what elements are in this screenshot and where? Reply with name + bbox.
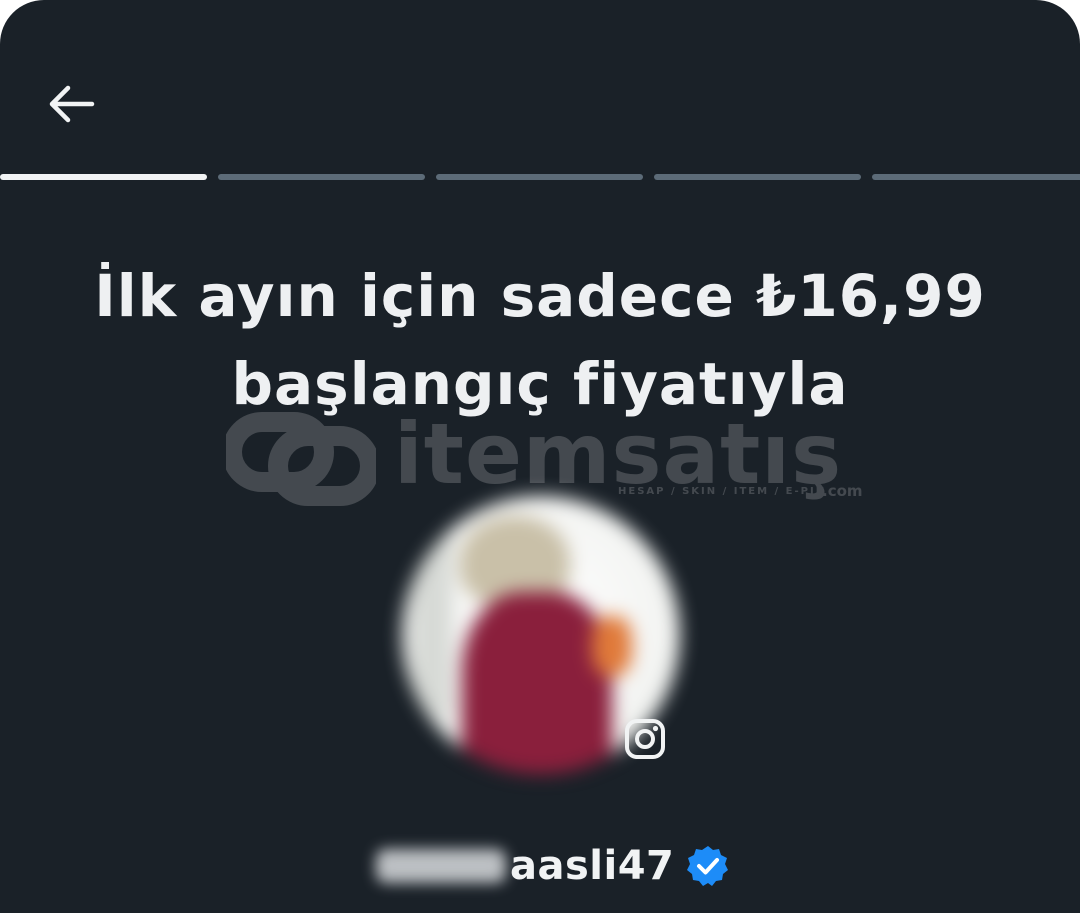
watermark-suffix: .com xyxy=(822,482,863,500)
instagram-icon xyxy=(625,719,665,759)
progress-segment-2 xyxy=(218,174,425,180)
back-button[interactable] xyxy=(40,72,104,136)
progress-segment-3 xyxy=(436,174,643,180)
offer-headline-line2: başlangıç fiyatıyla xyxy=(231,350,849,418)
username-redacted xyxy=(376,849,506,883)
offer-headline: İlk ayın için sadece ₺16,99 başlangıç fi… xyxy=(60,252,1020,428)
subscription-sheet: İlk ayın için sadece ₺16,99 başlangıç fi… xyxy=(0,0,1080,913)
step-progress-bar xyxy=(0,174,1080,180)
arrow-left-icon xyxy=(49,85,95,123)
progress-segment-1 xyxy=(0,174,207,180)
offer-headline-line1: İlk ayın için sadece ₺16,99 xyxy=(94,262,986,330)
username-row: aasli47 xyxy=(376,836,730,896)
username: aasli47 xyxy=(510,843,675,889)
progress-segment-5 xyxy=(872,174,1080,180)
verified-badge-icon xyxy=(687,846,729,886)
progress-segment-4 xyxy=(654,174,861,180)
